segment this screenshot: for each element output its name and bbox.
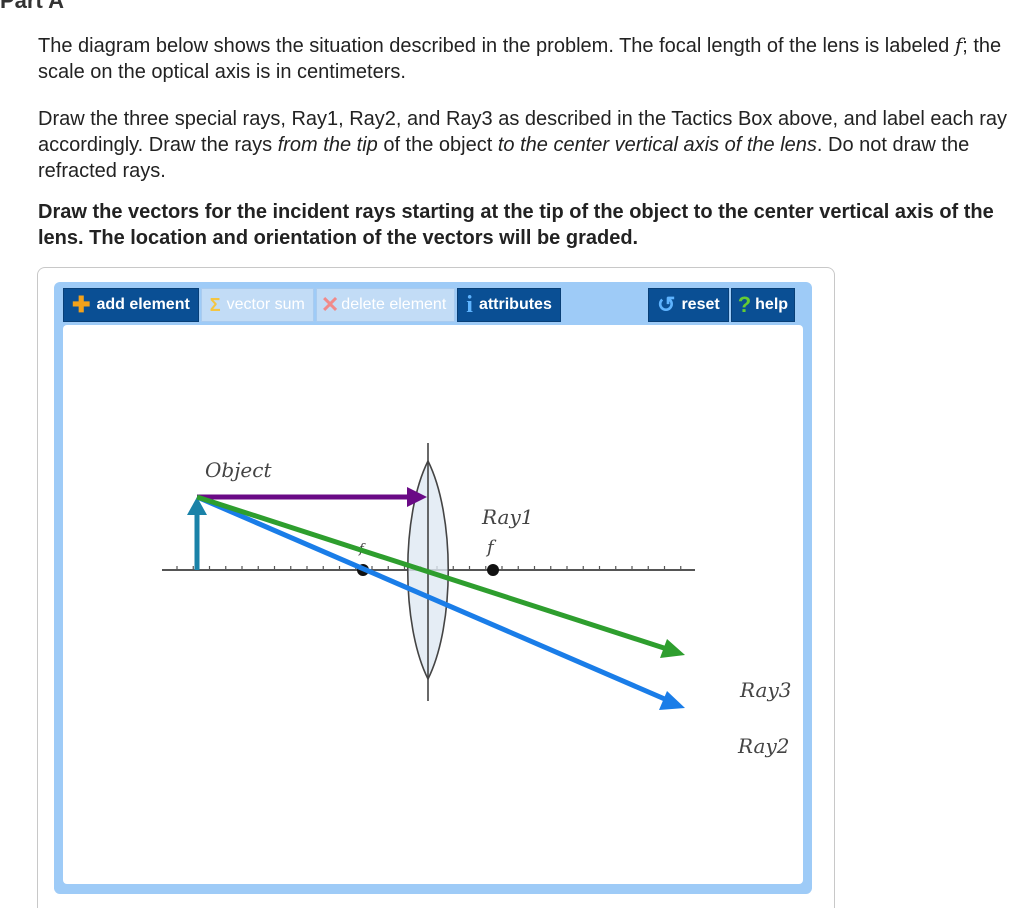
instr-emphasis-1: from the tip (277, 134, 378, 156)
info-icon: i (466, 292, 473, 318)
reset-button[interactable]: ↺ reset (648, 288, 729, 322)
drawing-widget: ✚ add element Σ vector sum ✕ delete elem… (37, 267, 835, 908)
ray2-label[interactable]: Ray2 (737, 734, 789, 758)
intro-paragraph: The diagram below shows the situation de… (38, 32, 1013, 85)
instr-text-2: of the object (377, 134, 498, 156)
vector-sum-label: vector sum (226, 296, 305, 313)
focal-label-right: f (485, 537, 497, 558)
drawing-canvas[interactable]: f f Object Ray1 Ray3 Ray2 (63, 325, 803, 884)
delete-element-button[interactable]: ✕ delete element (315, 288, 456, 322)
intro-text-1: The diagram below shows the situation de… (38, 35, 955, 57)
part-title: Part A (0, 0, 64, 13)
add-element-label: add element (96, 296, 190, 313)
help-button[interactable]: ? help (730, 288, 796, 322)
lens-diagram: f f Object Ray1 Ray3 Ray2 (162, 443, 791, 758)
toolbar: ✚ add element Σ vector sum ✕ delete elem… (63, 288, 563, 322)
attributes-button[interactable]: i attributes (457, 288, 561, 322)
attributes-label: attributes (478, 296, 552, 313)
reset-icon: ↺ (657, 292, 676, 317)
sigma-icon: Σ (209, 295, 221, 315)
ray1-label[interactable]: Ray1 (481, 505, 533, 529)
help-label: help (755, 296, 789, 313)
instructions-paragraph: Draw the three special rays, Ray1, Ray2,… (38, 106, 1013, 184)
right-toolbar: ↺ reset ? help (648, 288, 797, 322)
ray-green-head (660, 639, 685, 658)
tool-frame: ✚ add element Σ vector sum ✕ delete elem… (54, 282, 812, 894)
help-icon: ? (737, 292, 752, 317)
vector-sum-button[interactable]: Σ vector sum (200, 288, 314, 322)
plus-icon: ✚ (72, 292, 91, 317)
focal-point-right (487, 564, 499, 576)
delete-element-label: delete element (341, 296, 447, 313)
instr-emphasis-2: to the center vertical axis of the lens (497, 134, 817, 156)
ray3-label[interactable]: Ray3 (739, 678, 791, 702)
object-label: Object (205, 458, 272, 482)
delete-x-icon: ✕ (320, 292, 340, 317)
add-element-button[interactable]: ✚ add element (63, 288, 199, 322)
task-statement: Draw the vectors for the incident rays s… (38, 201, 994, 249)
reset-label: reset (681, 296, 720, 313)
